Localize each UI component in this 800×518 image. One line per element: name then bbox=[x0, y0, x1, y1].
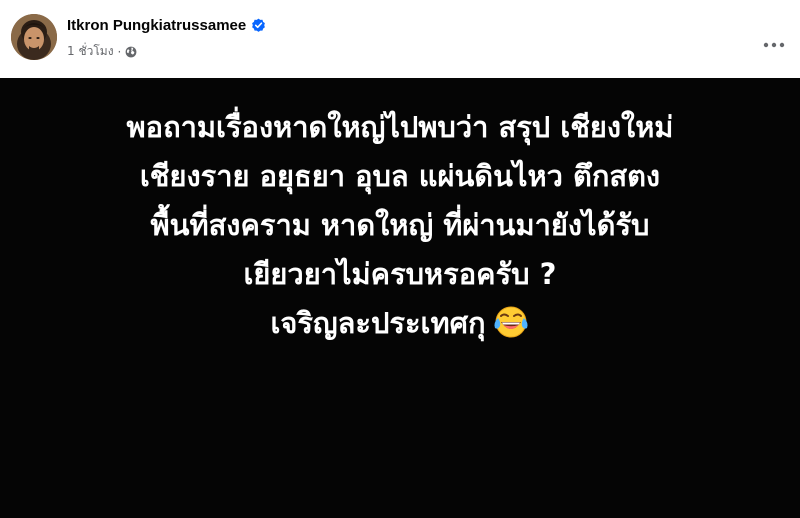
post-text-line: เชียงราย อยุธยา อุบล แผ่นดินไหว ตึกสตง bbox=[139, 159, 661, 193]
post-meta: 1 ชั่วโมง · bbox=[67, 42, 137, 61]
avatar-photo bbox=[11, 14, 57, 60]
post-header: Itkron Pungkiatrussamee 1 ชั่วโมง · bbox=[0, 0, 800, 78]
author-name[interactable]: Itkron Pungkiatrussamee bbox=[67, 17, 246, 34]
author-line: Itkron Pungkiatrussamee bbox=[67, 17, 266, 34]
avatar[interactable] bbox=[11, 14, 57, 60]
post-text-line: เยียวยาไม่ครบหรอครับ ? bbox=[243, 257, 557, 291]
post-timestamp[interactable]: 1 ชั่วโมง bbox=[67, 42, 114, 61]
meta-separator: · bbox=[117, 44, 122, 59]
verified-badge-icon bbox=[251, 18, 266, 33]
post-text-line-content: เจริญละประเทศกุ bbox=[270, 306, 486, 340]
globe-icon[interactable] bbox=[125, 46, 137, 58]
ellipsis-icon bbox=[763, 35, 785, 48]
post-text-line: พื้นที่สงคราม หาดใหญ่ ที่ผ่านมายังได้รับ bbox=[150, 208, 650, 242]
face-with-tears-of-joy-icon bbox=[492, 303, 530, 341]
post-text-line-last: เจริญละประเทศกุ bbox=[20, 299, 780, 348]
post-text: พอถามเรื่องหาดใหญ่ไปพบว่า สรุป เชียงใหม่… bbox=[20, 103, 780, 348]
post-text-line: พอถามเรื่องหาดใหญ่ไปพบว่า สรุป เชียงใหม่ bbox=[126, 110, 674, 144]
more-options-button[interactable] bbox=[756, 22, 792, 54]
